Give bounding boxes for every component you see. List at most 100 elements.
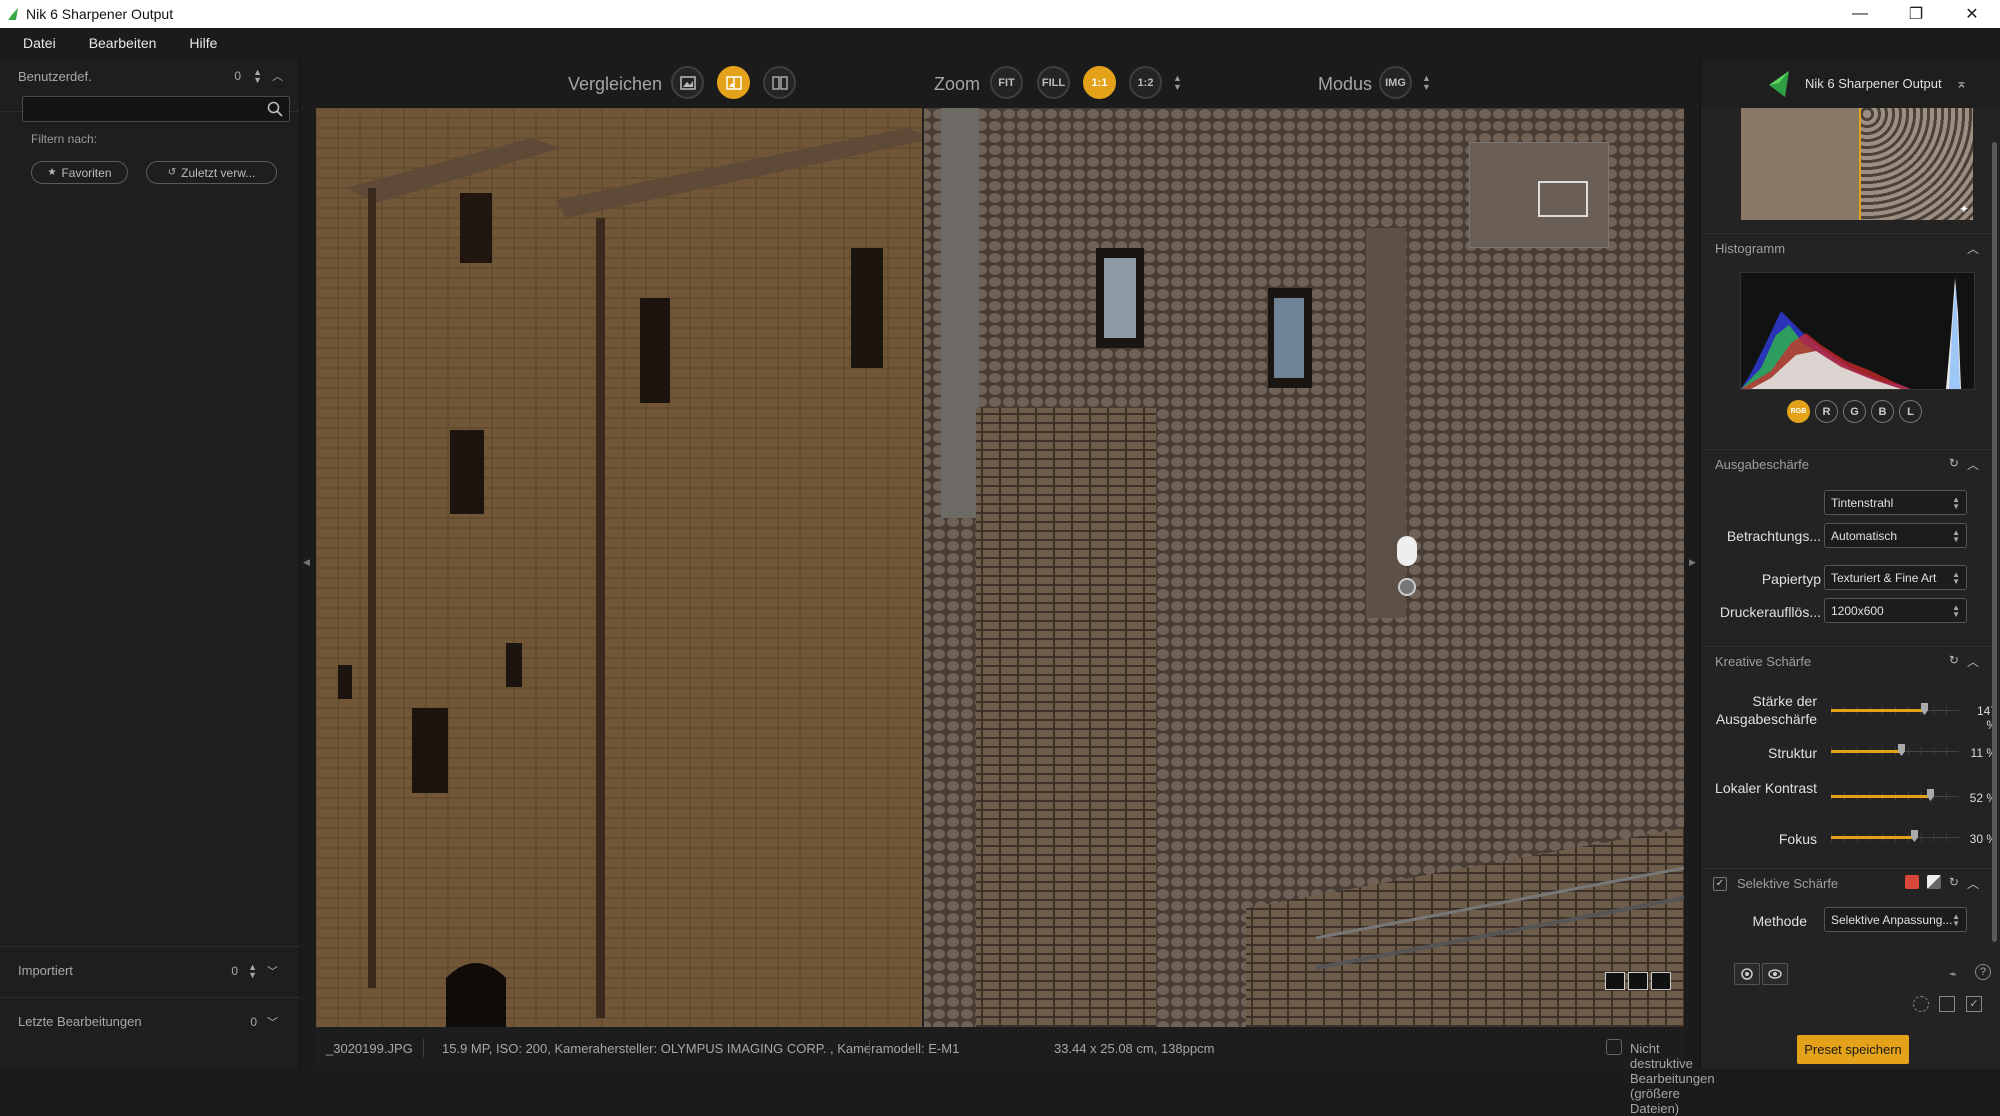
control-point-view-button[interactable] [1762,963,1788,985]
channel-rgb-button[interactable]: RGB [1787,400,1810,423]
histogram-title: Histogramm [1715,241,1786,256]
histogram-header[interactable]: Histogramm ︿ [1701,233,1993,263]
loupe-tool-1-icon[interactable] [1605,972,1625,990]
selective-enable-checkbox[interactable]: ✓ [1713,876,1727,891]
sort-arrows-icon[interactable]: ▲ ▼ [248,962,257,979]
output-mode-select[interactable]: Tintenstrahl ▲ ▼ [1824,490,1967,515]
viewing-distance-value: Automatisch [1831,528,1898,543]
navigator-thumbnail[interactable] [1469,142,1609,248]
zoom-1-2-button[interactable]: 1:2 [1129,66,1162,99]
maximize-button[interactable]: ❐ [1888,0,1944,28]
structure-slider[interactable] [1831,744,1959,758]
mode-stepper-icon[interactable]: ▲ ▼ [1422,74,1431,92]
select-circle-icon[interactable] [1913,996,1929,1012]
loupe-tool-3-icon[interactable] [1651,972,1671,990]
compare-split-view-button[interactable] [717,66,750,99]
selective-sharpening-header[interactable]: ✓ Selektive Schärfe ↻ ︿ [1701,868,1993,898]
menu-bearbeiten[interactable]: Bearbeiten [89,35,157,51]
control-point-add-button[interactable] [1734,963,1760,985]
menu-datei[interactable]: Datei [23,35,56,51]
printer-resolution-select[interactable]: 1200x600 ▲ ▼ [1824,598,1967,623]
histogram-chart [1740,272,1975,390]
collapse-right-panel-icon[interactable]: ▶ [1689,557,1696,568]
check-square-icon[interactable]: ✓ [1966,996,1982,1012]
method-select[interactable]: Selektive Anpassung... ▲ ▼ [1824,907,1967,932]
help-icon[interactable]: ? [1975,964,1991,980]
chevron-up-icon[interactable]: ︿ [1967,456,1979,473]
slider-label-local-contrast: Lokaler Kontrast [1715,780,1817,796]
focus-slider[interactable] [1831,830,1959,844]
zoom-fit-button[interactable]: FIT [990,66,1023,99]
mode-img-button[interactable]: IMG [1379,66,1412,99]
zoom-1-1-button[interactable]: 1:1 [1083,66,1116,99]
window-title: Nik 6 Sharpener Output [26,6,174,22]
zoom-stepper-icon[interactable]: ▲ ▼ [1173,74,1182,92]
navigator-viewport-box[interactable] [1538,181,1588,217]
chevron-up-icon[interactable]: ︿ [1967,653,1979,670]
paper-type-value: Texturiert & Fine Art [1831,570,1937,585]
channel-g-button[interactable]: G [1843,400,1866,423]
select-arrows-icon: ▲ ▼ [1952,912,1960,928]
status-print-size: 33.44 x 25.08 cm, 138ppcm [1054,1041,1215,1056]
minimize-button[interactable]: — [1832,0,1888,28]
viewing-distance-select[interactable]: Automatisch ▲ ▼ [1824,523,1967,548]
app-logo-icon [8,8,18,20]
search-icon[interactable] [267,101,283,117]
select-square-icon[interactable] [1939,996,1955,1012]
output-sharpening-header[interactable]: Ausgabeschärfe ↻ ︿ [1701,449,1993,479]
close-button[interactable]: ✕ [1944,0,2000,28]
channel-r-button[interactable]: R [1815,400,1838,423]
menu-hilfe[interactable]: Hilfe [189,35,217,51]
zoom-fill-button[interactable]: FILL [1037,66,1070,99]
chevron-down-icon[interactable]: ﹀ [267,1014,278,1030]
local-contrast-slider[interactable] [1831,789,1959,803]
select-arrows-icon: ▲ ▼ [1952,603,1960,619]
recent-filter-button[interactable]: ↺ Zuletzt verw... [146,161,277,184]
split-divider-handle[interactable] [1397,536,1417,566]
chevron-down-icon[interactable]: ﹀ [267,963,278,979]
collapse-header-icon[interactable]: ⌅ [1956,75,1968,92]
channel-b-button[interactable]: B [1871,400,1894,423]
favorites-filter-button[interactable]: ★ Favoriten [31,161,128,184]
sort-arrows-icon[interactable]: ▲ ▼ [253,68,262,85]
reset-icon[interactable]: ↻ [1949,875,1959,892]
collapse-left-panel-icon[interactable]: ◀ [303,557,310,568]
red-color-swatch-icon[interactable] [1904,875,1919,889]
custom-presets-header[interactable]: Benutzerdef. 0 ▲ ▼ ︿ [18,66,283,86]
split-swap-icon[interactable] [1398,578,1416,596]
imported-count: 0 [231,963,239,978]
method-label: Methode [1752,913,1807,929]
output-mode-value: Tintenstrahl [1831,495,1894,510]
imported-section[interactable]: Importiert 0 ▲ ▼ ﹀ [0,946,300,994]
chevron-up-icon[interactable]: ︿ [1967,875,1979,892]
image-preview[interactable] [316,108,1684,1027]
output-sharpening-title: Ausgabeschärfe [1715,457,1809,472]
channel-l-button[interactable]: L [1899,400,1922,423]
printer-resolution-value: 1200x600 [1831,603,1884,618]
pin-icon[interactable]: ✦ [1959,202,1969,216]
reset-icon[interactable]: ↻ [1949,456,1959,473]
last-edits-section[interactable]: Letzte Bearbeitungen 0 ﹀ [0,997,300,1045]
nondestructive-checkbox[interactable] [1606,1039,1622,1055]
brush-icon[interactable]: ⌁ [1949,966,1957,982]
compare-side-by-side-button[interactable] [763,66,796,99]
mask-icon[interactable] [1926,875,1941,889]
last-edits-count: 0 [250,1014,257,1029]
slider-label-focus: Fokus [1778,831,1817,847]
star-icon: ★ [47,167,57,178]
preset-search-input[interactable] [22,96,290,122]
loupe-tool-2-icon[interactable] [1628,972,1648,990]
histogram-graph [1741,278,1961,389]
collapse-icon[interactable]: ︿ [272,68,283,84]
nik-logo-icon [1769,71,1789,97]
right-panel-scrollbar[interactable] [1992,142,1997,942]
reset-icon[interactable]: ↻ [1949,653,1959,670]
compare-single-view-button[interactable] [671,66,704,99]
imported-label: Importiert [18,963,73,978]
chevron-up-icon[interactable]: ︿ [1967,240,1979,257]
save-preset-button[interactable]: Preset speichern [1797,1035,1909,1064]
strength-slider[interactable] [1831,703,1959,717]
title-bar: Nik 6 Sharpener Output — ❐ ✕ [0,0,2000,28]
creative-sharpening-header[interactable]: Kreative Schärfe ↻ ︿ [1701,646,1993,676]
paper-type-select[interactable]: Texturiert & Fine Art ▲ ▼ [1824,565,1967,590]
